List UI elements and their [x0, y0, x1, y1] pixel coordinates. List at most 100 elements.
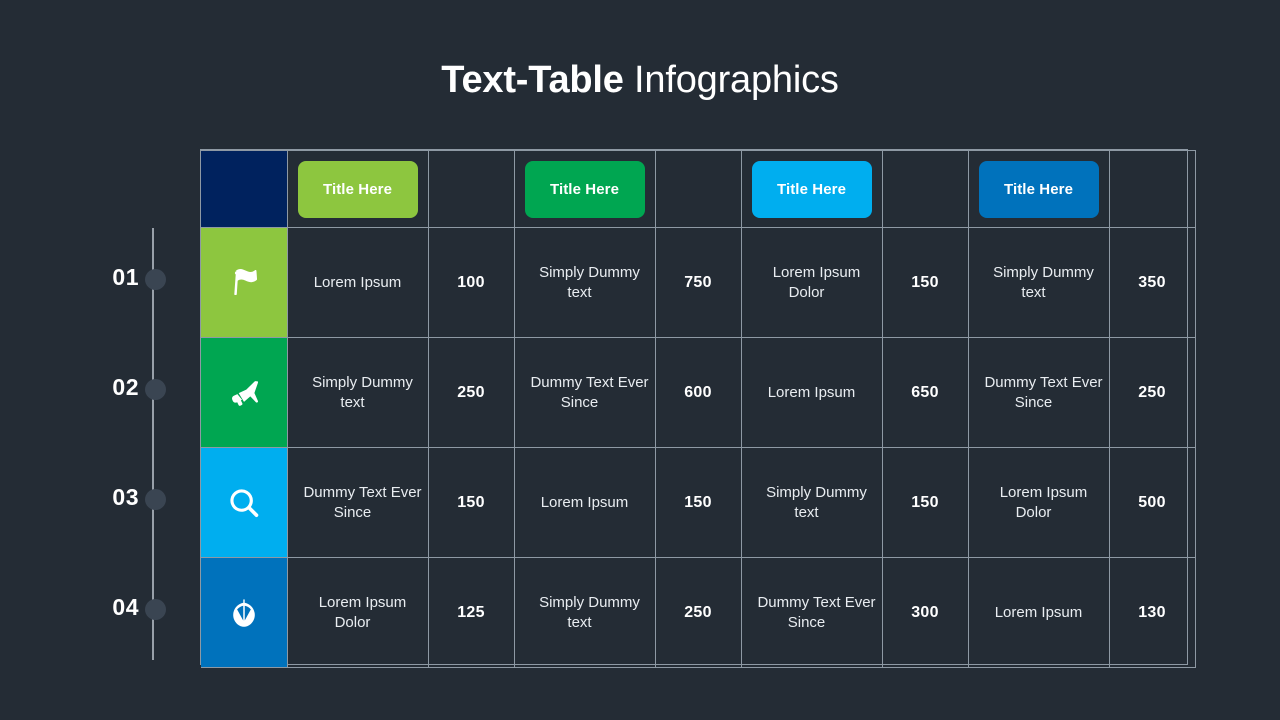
table-header-row: Title Here Title Here Title Here Title Here: [201, 150, 1196, 228]
cell-value-text: 250: [1138, 383, 1166, 401]
timeline-dot: [145, 379, 166, 400]
cell-label: Dummy Text Ever Since: [740, 557, 883, 668]
cell-value: 600: [654, 337, 742, 448]
cell-label-text: Simply Dummy text: [766, 483, 867, 521]
cell-label-text: Lorem Ipsum Dolor: [318, 593, 407, 631]
cell-label: Dummy Text Ever Since: [286, 447, 429, 558]
timeline-node-02[interactable]: 02: [112, 373, 183, 407]
header-pill-2[interactable]: Title Here: [524, 160, 645, 218]
flag-icon: [201, 228, 287, 337]
cell-label: Lorem Ipsum: [967, 557, 1110, 668]
cell-value-text: 150: [911, 493, 939, 511]
timeline-number: 04: [112, 594, 139, 620]
header-pill-4[interactable]: Title Here: [978, 160, 1099, 218]
cell-label-text: Dummy Text Ever Since: [303, 483, 422, 521]
cell-label-text: Dummy Text Ever Since: [757, 593, 876, 631]
row-icon-cell: [201, 557, 288, 668]
cell-value: 300: [881, 557, 969, 668]
row-icon-cell: [201, 337, 288, 448]
timeline-dot: [145, 599, 166, 620]
header-value-cell-2: [654, 150, 742, 228]
header-cell-1: Title Here: [286, 150, 429, 228]
row-icon-cell: [201, 447, 288, 558]
table-row: Dummy Text Ever Since 150 Lorem Ipsum 150 Si…: [201, 447, 1196, 558]
cell-label-text: Lorem Ipsum: [313, 273, 402, 291]
cell-value: 350: [1108, 227, 1196, 338]
cell-value-text: 150: [911, 273, 939, 291]
cell-label: Simply Dummy text: [513, 227, 656, 338]
page-title-light: Infographics: [623, 59, 839, 101]
timeline-number: 01: [112, 264, 139, 290]
cell-label: Lorem Ipsum: [286, 227, 429, 338]
timeline-node-04[interactable]: 04: [112, 593, 183, 627]
cell-label: Lorem Ipsum: [513, 447, 656, 558]
cell-label-text: Simply Dummy text: [312, 373, 413, 411]
cell-value: 130: [1108, 557, 1196, 668]
cell-label-text: Simply Dummy text: [993, 263, 1094, 301]
header-cell-4: Title Here: [967, 150, 1110, 228]
timeline-node-01[interactable]: 01: [112, 263, 183, 297]
search-icon: [201, 448, 287, 557]
infographic-table: Title Here Title Here Title Here Title Here…: [200, 149, 1196, 668]
cell-value: 750: [654, 227, 742, 338]
cell-label: Dummy Text Ever Since: [967, 337, 1110, 448]
cell-value: 500: [1108, 447, 1196, 558]
timeline-number: 03: [112, 484, 139, 510]
cell-value: 150: [881, 447, 969, 558]
cell-label-text: Lorem Ipsum: [540, 493, 629, 511]
slide-canvas: Text-Table Infographics 01 02 03 04 Title H…: [0, 0, 1280, 720]
cell-label: Lorem Ipsum Dolor: [967, 447, 1110, 558]
cell-label-text: Lorem Ipsum: [767, 383, 856, 401]
cell-value: 150: [881, 227, 969, 338]
cell-value: 150: [654, 447, 742, 558]
cell-value-text: 130: [1138, 603, 1166, 621]
cell-value: 250: [654, 557, 742, 668]
cell-label: Dummy Text Ever Since: [513, 337, 656, 448]
cell-label-text: Dummy Text Ever Since: [530, 373, 649, 411]
cell-label: Simply Dummy text: [967, 227, 1110, 338]
cell-value: 250: [427, 337, 515, 448]
cell-value-text: 350: [1138, 273, 1166, 291]
timeline-dot: [145, 489, 166, 510]
cell-label-text: Lorem Ipsum Dolor: [999, 483, 1088, 521]
header-value-cell-1: [427, 150, 515, 228]
cell-label: Simply Dummy text: [513, 557, 656, 668]
cell-value-text: 750: [684, 273, 712, 291]
cell-value: 150: [427, 447, 515, 558]
cell-label: Lorem Ipsum Dolor: [740, 227, 883, 338]
header-pill-3[interactable]: Title Here: [751, 160, 872, 218]
timeline-node-03[interactable]: 03: [112, 483, 183, 517]
cell-value-text: 500: [1138, 493, 1166, 511]
cell-label-text: Lorem Ipsum: [994, 603, 1083, 621]
megaphone-icon: [201, 338, 287, 447]
leaf-icon: [201, 558, 287, 667]
timeline-number: 02: [112, 374, 139, 400]
timeline-dot: [145, 269, 166, 290]
cell-value-text: 100: [457, 273, 485, 291]
table-row: Lorem Ipsum 100 Simply Dummy text 750 Lorem …: [201, 227, 1196, 338]
cell-label-text: Dummy Text Ever Since: [984, 373, 1103, 411]
header-value-cell-4: [1108, 150, 1196, 228]
cell-value-text: 250: [457, 383, 485, 401]
header-value-cell-3: [881, 150, 969, 228]
cell-label-text: Simply Dummy text: [539, 263, 640, 301]
cell-value-text: 650: [911, 383, 939, 401]
cell-label: Simply Dummy text: [740, 447, 883, 558]
cell-value-text: 150: [684, 493, 712, 511]
header-pill-1[interactable]: Title Here: [297, 160, 418, 218]
cell-value: 100: [427, 227, 515, 338]
page-title-bold: Text-Table: [441, 59, 624, 101]
cell-value-text: 250: [684, 603, 712, 621]
header-cell-2: Title Here: [513, 150, 656, 228]
cell-label: Simply Dummy text: [286, 337, 429, 448]
table-row: Lorem Ipsum Dolor 125 Simply Dummy text 250…: [201, 557, 1196, 668]
cell-value: 125: [427, 557, 515, 668]
cell-label-text: Lorem Ipsum Dolor: [772, 263, 861, 301]
cell-label: Lorem Ipsum: [740, 337, 883, 448]
page-title: Text-Table Infographics: [0, 57, 1280, 103]
cell-value: 250: [1108, 337, 1196, 448]
cell-value-text: 150: [457, 493, 485, 511]
cell-value-text: 125: [457, 603, 485, 621]
cell-value: 650: [881, 337, 969, 448]
cell-label-text: Simply Dummy text: [539, 593, 640, 631]
